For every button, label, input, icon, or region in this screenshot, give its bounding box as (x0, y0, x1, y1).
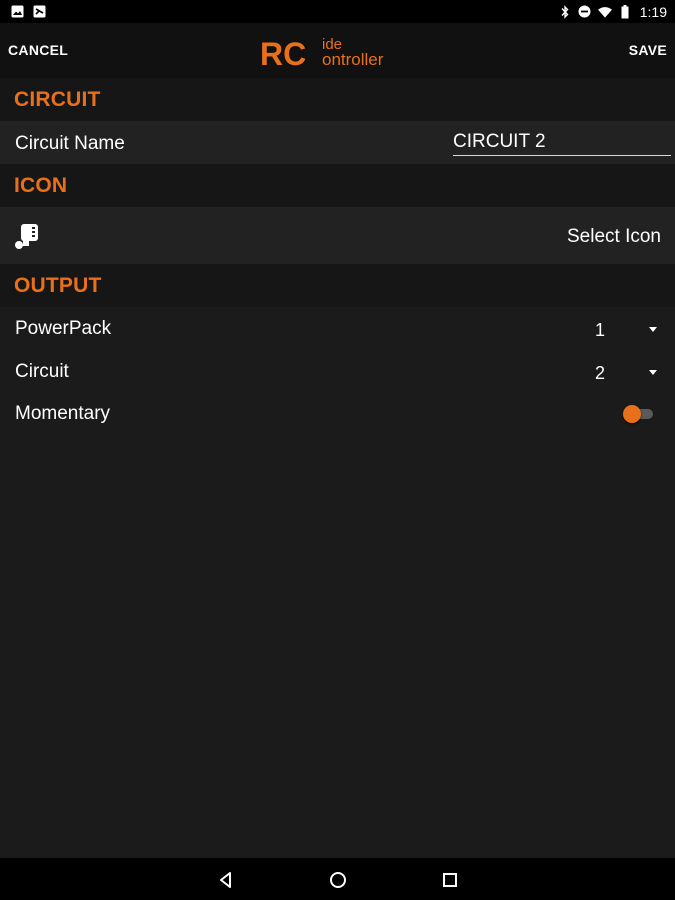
momentary-label: Momentary (15, 403, 111, 424)
app-logo: RC ide ontroller (260, 36, 384, 72)
chevron-down-icon (649, 370, 657, 375)
circuit-section-title: CIRCUIT (14, 88, 101, 111)
momentary-toggle[interactable] (621, 404, 655, 424)
screen: 1:19 CANCEL RC ide ontroller SAVE CIRCUI… (0, 0, 675, 900)
output-section-header: OUTPUT (0, 264, 675, 307)
cast-notification-icon (32, 5, 46, 19)
icon-section-title: ICON (14, 174, 68, 197)
back-icon[interactable] (215, 869, 237, 891)
powerpack-label: PowerPack (15, 318, 112, 339)
circuit-section-header: CIRCUIT (0, 78, 675, 121)
cancel-button[interactable]: CANCEL (8, 23, 68, 78)
circuit-dropdown[interactable] (560, 354, 675, 390)
status-left (0, 5, 46, 19)
select-icon-button[interactable]: Select Icon (567, 226, 661, 248)
bluetooth-icon (558, 4, 572, 19)
circuit-label: Circuit (15, 361, 69, 382)
icon-section-header: ICON (0, 164, 675, 207)
circuit-name-input[interactable] (453, 129, 671, 156)
clock: 1:19 (639, 3, 667, 20)
image-notification-icon (10, 5, 24, 19)
logo-ontroller: ontroller (322, 50, 384, 69)
save-button[interactable]: SAVE (629, 23, 667, 78)
logo-rc: RC (260, 36, 306, 72)
status-right: 1:19 (558, 4, 675, 20)
chevron-down-icon (649, 327, 657, 332)
battery-icon (618, 4, 632, 19)
powerpack-value: 1 (595, 320, 606, 340)
powerpack-dropdown[interactable] (560, 311, 675, 347)
recents-icon[interactable] (439, 869, 461, 891)
wifi-icon (597, 5, 612, 19)
status-bar: 1:19 (0, 0, 675, 23)
circuit-value: 2 (595, 363, 606, 383)
toggle-thumb (623, 405, 641, 423)
circuit-name-label: Circuit Name (15, 133, 125, 154)
navigation-bar (0, 858, 675, 900)
output-section-title: OUTPUT (14, 274, 102, 297)
power-plug-icon[interactable] (14, 222, 42, 250)
action-bar: CANCEL RC ide ontroller SAVE (0, 23, 675, 78)
do-not-disturb-icon (578, 5, 592, 19)
home-icon[interactable] (327, 869, 349, 891)
